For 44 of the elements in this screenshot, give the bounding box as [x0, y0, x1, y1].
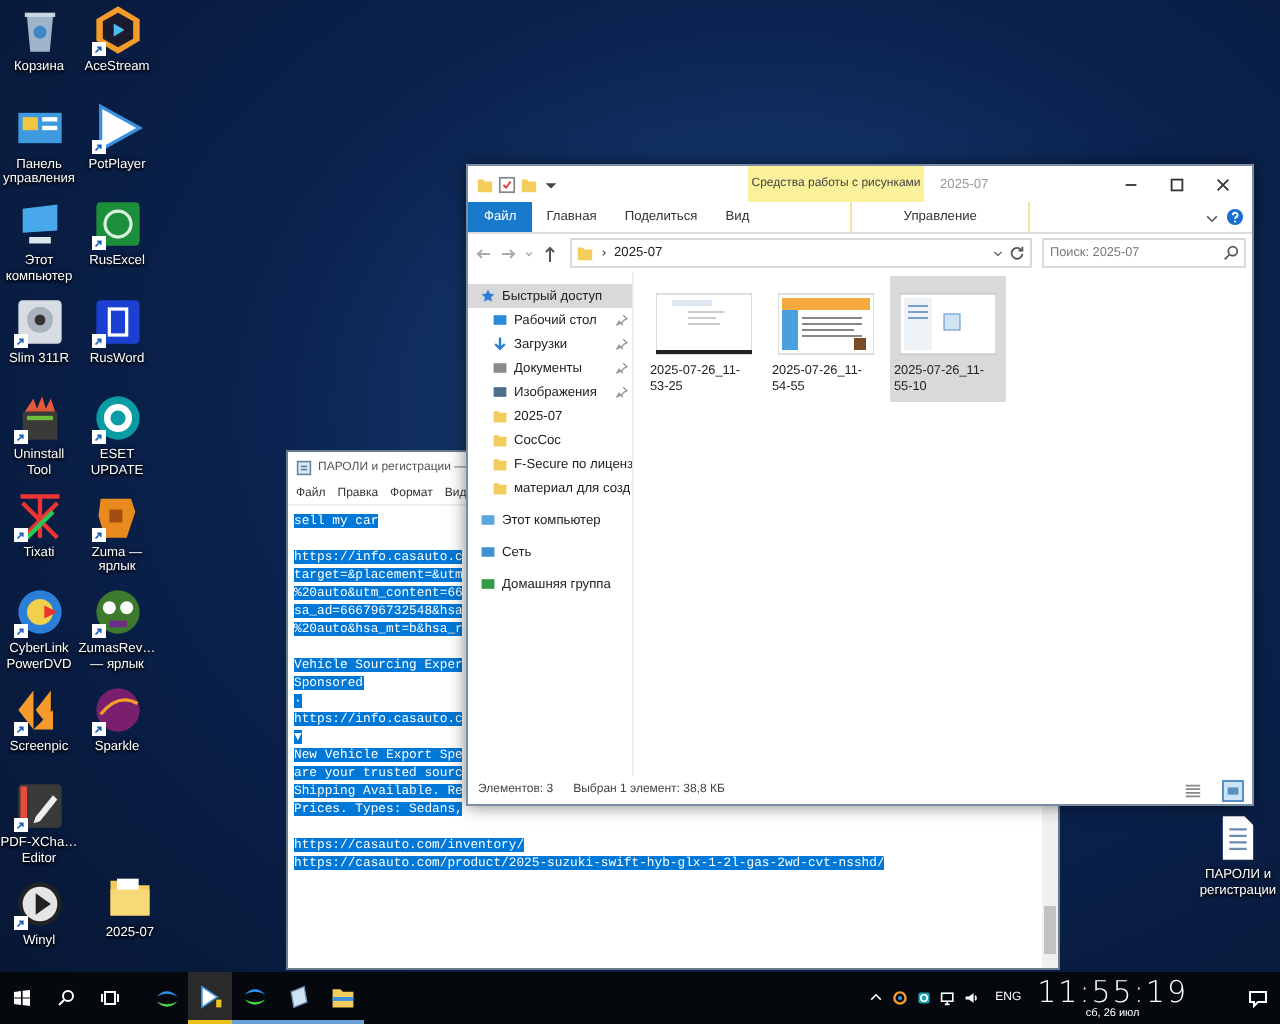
pencil-icon: [13, 780, 65, 832]
square-tile-icon: [91, 295, 143, 347]
swirl-icon: [153, 985, 179, 1011]
download-icon: [492, 336, 508, 352]
notepad-icon: [296, 460, 312, 476]
ring-icon[interactable]: [891, 990, 908, 1006]
ball-icon: [91, 683, 143, 735]
maximize-icon[interactable]: [1168, 175, 1186, 193]
search-icon[interactable]: [1222, 244, 1240, 262]
play-icon: [197, 983, 223, 1009]
details-view-icon[interactable]: [1184, 781, 1202, 799]
folder-icon: [329, 983, 355, 1009]
refresh-icon: [1008, 244, 1026, 262]
shield-icon[interactable]: [915, 990, 932, 1006]
disc-icon: [13, 586, 65, 638]
star-icon: [480, 288, 496, 304]
ring-tile-icon: [91, 198, 143, 250]
close-icon[interactable]: [1214, 175, 1232, 193]
start-icon[interactable]: [12, 988, 32, 1008]
notepad-icon: [285, 983, 311, 1009]
notifications-icon[interactable]: [1248, 988, 1268, 1008]
play-circle-icon: [13, 877, 65, 929]
checklist-icon[interactable]: [498, 175, 516, 193]
chevron-right-icon: [598, 244, 610, 262]
search-icon[interactable]: [56, 988, 76, 1008]
folder-icon: [576, 244, 594, 262]
screenshot-thumbnail: [656, 288, 752, 360]
speaker-icon[interactable]: [963, 990, 980, 1006]
e-circle-icon: [91, 392, 143, 444]
webcam-icon: [13, 295, 65, 347]
large-icons-view-icon[interactable]: [1222, 779, 1244, 801]
swirl-icon: [241, 983, 267, 1009]
scrollbar[interactable]: [1042, 806, 1058, 968]
task-view-icon[interactable]: [100, 988, 120, 1008]
scroll-thumb[interactable]: [1044, 906, 1056, 954]
frog-icon: [91, 586, 143, 638]
clock-time[interactable]: 11:55:19: [1037, 977, 1188, 1007]
up-arrow-icon[interactable]: [540, 243, 560, 263]
chevron-up-icon[interactable]: [867, 990, 884, 1006]
help-icon[interactable]: [1226, 208, 1244, 226]
taskbar-button[interactable]: [188, 972, 232, 1024]
screenshot-thumbnail: [778, 288, 874, 360]
screenshot-thumbnail: [900, 288, 996, 360]
hexagon-icon: [91, 4, 143, 56]
